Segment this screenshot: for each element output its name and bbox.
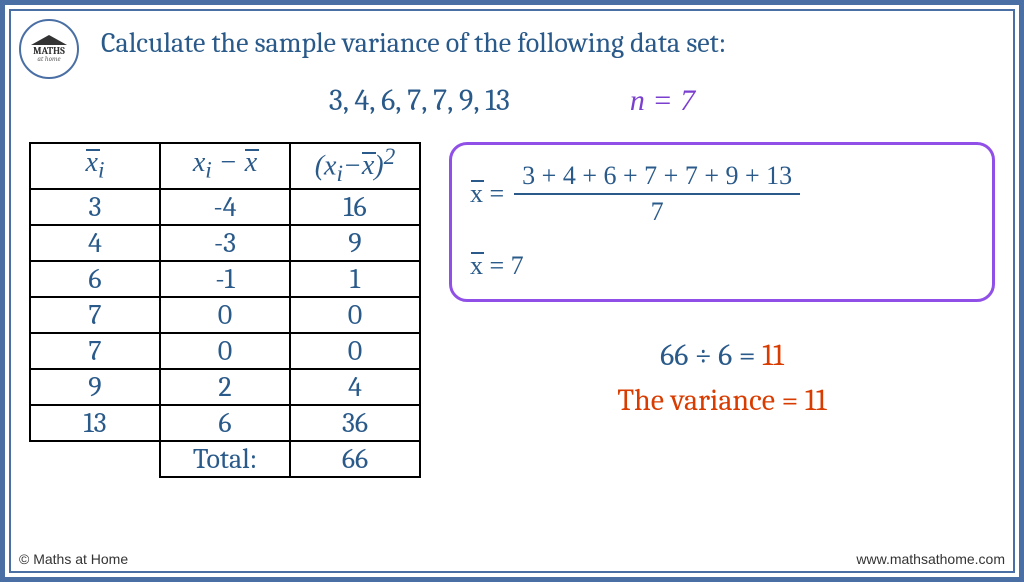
cell-xi: 4 [30, 225, 160, 261]
cell-diff: -3 [160, 225, 290, 261]
col-header-diff: xi − x [160, 143, 290, 189]
outer-frame: MATHS at home Calculate the sample varia… [0, 0, 1024, 582]
table-row: 3 -4 16 [30, 189, 420, 225]
total-label: Total: [160, 441, 290, 477]
variance-table: xi xi − x (xi−x)2 3 -4 16 4 -3 9 [29, 142, 421, 478]
cell-xi: 13 [30, 405, 160, 441]
footer-copyright: © Maths at Home [19, 551, 128, 567]
mean-denominator: 7 [651, 195, 664, 227]
mean-lhs: x = [470, 179, 504, 209]
cell-xi: 6 [30, 261, 160, 297]
cell-sq: 4 [290, 369, 420, 405]
cell-xi: 7 [30, 333, 160, 369]
data-set-row: 3, 4, 6, 7, 7, 9, 13 n = 7 [29, 83, 995, 118]
mean-fraction: 3 + 4 + 6 + 7 + 7 + 9 + 13 7 [514, 161, 800, 227]
cell-xi: 3 [30, 189, 160, 225]
cell-sq: 1 [290, 261, 420, 297]
n-value: n = 7 [630, 84, 695, 118]
table-row: 9 2 4 [30, 369, 420, 405]
logo: MATHS at home [19, 19, 79, 79]
cell-sq: 9 [290, 225, 420, 261]
col-header-sq: (xi−x)2 [290, 143, 420, 189]
cell-diff: -1 [160, 261, 290, 297]
cell-xi: 9 [30, 369, 160, 405]
cell-diff: 0 [160, 333, 290, 369]
inner-frame: MATHS at home Calculate the sample varia… [9, 9, 1015, 573]
cell-diff: 2 [160, 369, 290, 405]
table-total-row: Total: 66 [30, 441, 420, 477]
cell-sq: 0 [290, 333, 420, 369]
cell-sq: 0 [290, 297, 420, 333]
table-row: 13 6 36 [30, 405, 420, 441]
table-row: 7 0 0 [30, 297, 420, 333]
table-row: 4 -3 9 [30, 225, 420, 261]
empty-cell [30, 441, 160, 477]
mean-fraction-line: x = 3 + 4 + 6 + 7 + 7 + 9 + 13 7 [470, 161, 974, 227]
logo-roof-icon [31, 35, 67, 45]
page-title: Calculate the sample variance of the fol… [101, 27, 995, 59]
right-column: x = 3 + 4 + 6 + 7 + 7 + 9 + 13 7 x = 7 6… [449, 142, 995, 478]
logo-text-bottom: at home [37, 56, 60, 63]
mean-result: x = 7 [470, 251, 974, 281]
division-result: 11 [762, 338, 784, 373]
cell-diff: 6 [160, 405, 290, 441]
table-header-row: xi xi − x (xi−x)2 [30, 143, 420, 189]
cell-diff: -4 [160, 189, 290, 225]
total-value: 66 [290, 441, 420, 477]
table-row: 7 0 0 [30, 333, 420, 369]
cell-sq: 36 [290, 405, 420, 441]
content-row: xi xi − x (xi−x)2 3 -4 16 4 -3 9 [29, 142, 995, 478]
cell-xi: 7 [30, 297, 160, 333]
division-left: 66 ÷ 6 = [660, 338, 762, 373]
division-calculation: 66 ÷ 6 = 11 [449, 338, 995, 373]
mean-calculation-box: x = 3 + 4 + 6 + 7 + 7 + 9 + 13 7 x = 7 [449, 142, 995, 302]
data-set-values: 3, 4, 6, 7, 7, 9, 13 [329, 83, 510, 118]
col-header-xi: xi [30, 143, 160, 189]
mean-numerator: 3 + 4 + 6 + 7 + 7 + 9 + 13 [514, 161, 800, 195]
cell-diff: 0 [160, 297, 290, 333]
cell-sq: 16 [290, 189, 420, 225]
footer-url: www.mathsathome.com [856, 551, 1005, 567]
variance-result: The variance = 11 [449, 383, 995, 418]
table-row: 6 -1 1 [30, 261, 420, 297]
